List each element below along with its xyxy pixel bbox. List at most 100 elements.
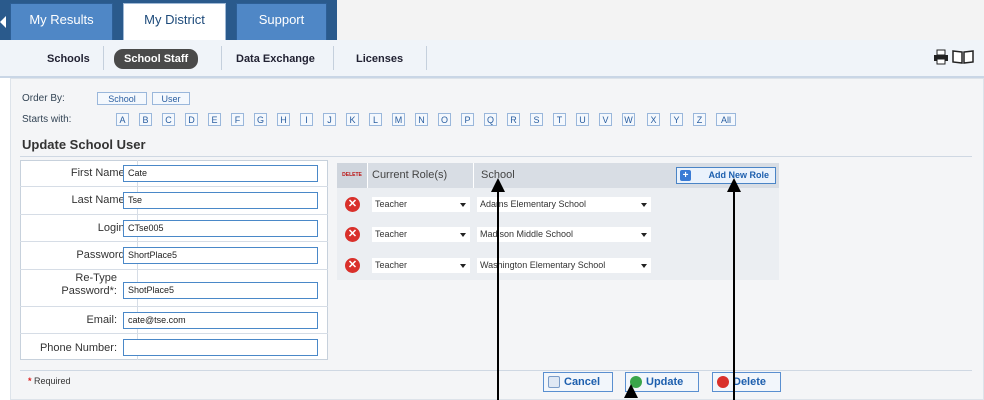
cancel-label: Cancel [564,376,601,388]
letter-filter-x[interactable]: X [647,113,660,126]
school-select[interactable]: Washington Elementary School [477,258,651,273]
phone-label: Phone Number: [39,342,117,354]
cancel-button[interactable]: Cancel [543,372,613,392]
tab-support[interactable]: Support [236,3,327,40]
letter-filter-m[interactable]: M [392,113,405,126]
retype-label-line2: Password*: [61,285,117,297]
school-select[interactable]: Adams Elementary School [477,197,651,212]
required-note: * Required [28,376,71,386]
letter-filter-v[interactable]: V [599,113,612,126]
delete-role-icon[interactable]: ✕ [345,227,360,242]
order-by-user[interactable]: User [152,92,190,105]
delete-role-icon[interactable]: ✕ [345,197,360,212]
subnav-divider [333,46,334,70]
add-new-role-button[interactable]: + Add New Role [676,167,776,184]
password-field[interactable]: ShortPlace5 [123,247,318,264]
header-divider [367,163,368,188]
plus-icon: + [680,170,691,181]
dropdown-arrow-icon [641,264,647,268]
page-title: Update School User [22,137,146,152]
starts-with-label: Starts with: [22,114,72,125]
letter-filter-n[interactable]: N [415,113,428,126]
delete-button[interactable]: Delete [712,372,781,392]
email-field[interactable]: cate@tse.com [123,312,318,329]
role-select-value: Teacher [375,260,408,270]
role-select-value: Teacher [375,229,408,239]
letter-filter-f[interactable]: F [231,113,244,126]
delete-column-header: DELETE [337,163,367,188]
letter-filter-z[interactable]: Z [693,113,706,126]
letter-filter-i[interactable]: I [300,113,313,126]
caret-left-icon[interactable] [0,16,6,28]
delete-role-icon[interactable]: ✕ [345,258,360,273]
subnav-schools[interactable]: Schools [47,50,90,68]
letter-filter-a[interactable]: A [116,113,129,126]
letter-filter-u[interactable]: U [576,113,589,126]
dropdown-arrow-icon [460,203,466,207]
letter-filter-q[interactable]: Q [484,113,497,126]
order-by-label: Order By: [22,93,65,104]
print-icon[interactable] [933,49,949,65]
required-text: Required [34,376,71,386]
letter-filter-b[interactable]: B [139,113,152,126]
annotation-arrow-head [624,384,638,398]
login-field[interactable]: CTse005 [123,220,318,237]
letter-filter-g[interactable]: G [254,113,267,126]
current-roles-header: Current Role(s) [372,169,448,181]
dropdown-arrow-icon [641,233,647,237]
letter-filter-w[interactable]: W [622,113,635,126]
header-divider [473,163,474,188]
top-nav-bar: My Results My District Support [0,0,984,41]
letter-filter-y[interactable]: Y [670,113,683,126]
letter-filter-o[interactable]: O [438,113,451,126]
letter-filter-c[interactable]: C [162,113,175,126]
letter-filter-d[interactable]: D [185,113,198,126]
tab-my-results[interactable]: My Results [10,3,113,40]
letter-filter-p[interactable]: P [461,113,474,126]
book-icon[interactable] [952,49,974,65]
letter-filter-j[interactable]: J [323,113,336,126]
annotation-arrow-head [727,178,741,192]
required-asterisk: * [28,376,32,386]
order-by-school[interactable]: School [97,92,147,105]
subnav-divider [103,46,104,70]
letter-filter-k[interactable]: K [346,113,359,126]
subnav-divider [426,46,427,70]
annotation-arrow-head [491,178,505,192]
school-select[interactable]: Madison Middle School [477,227,651,242]
letter-filter-s[interactable]: S [530,113,543,126]
footer-divider [20,370,972,371]
role-select[interactable]: Teacher [372,227,470,242]
letter-filter-l[interactable]: L [369,113,382,126]
role-select[interactable]: Teacher [372,258,470,273]
delete-icon [717,376,729,388]
letter-filter-all[interactable]: All [716,113,736,126]
letter-filter-r[interactable]: R [507,113,520,126]
role-select[interactable]: Teacher [372,197,470,212]
school-select-value: Adams Elementary School [480,199,587,209]
letter-filter-h[interactable]: H [277,113,290,126]
letter-filter-e[interactable]: E [208,113,221,126]
delete-label: Delete [733,376,767,388]
sub-nav: Schools School Staff Data Exchange Licen… [0,40,984,78]
first-name-field[interactable]: Cate [123,165,318,182]
cancel-icon [548,376,560,388]
letter-filter-t[interactable]: T [553,113,566,126]
annotation-arrow-line [733,192,735,400]
dropdown-arrow-icon [460,264,466,268]
phone-field[interactable] [123,339,318,356]
school-select-value: Madison Middle School [480,229,574,239]
last-name-field[interactable]: Tse [123,192,318,209]
role-select-value: Teacher [375,199,408,209]
retype-password-field[interactable]: ShotPlace5 [123,282,318,299]
retype-label-line1: Re-Type [75,272,117,284]
dropdown-arrow-icon [641,203,647,207]
dropdown-arrow-icon [460,233,466,237]
subnav-school-staff[interactable]: School Staff [114,49,199,69]
subnav-divider [221,46,222,70]
divider [20,156,972,157]
subnav-licenses[interactable]: Licenses [356,50,403,68]
email-label: Email: [86,314,117,326]
tab-my-district[interactable]: My District [123,3,226,41]
subnav-data-exchange[interactable]: Data Exchange [236,50,315,68]
